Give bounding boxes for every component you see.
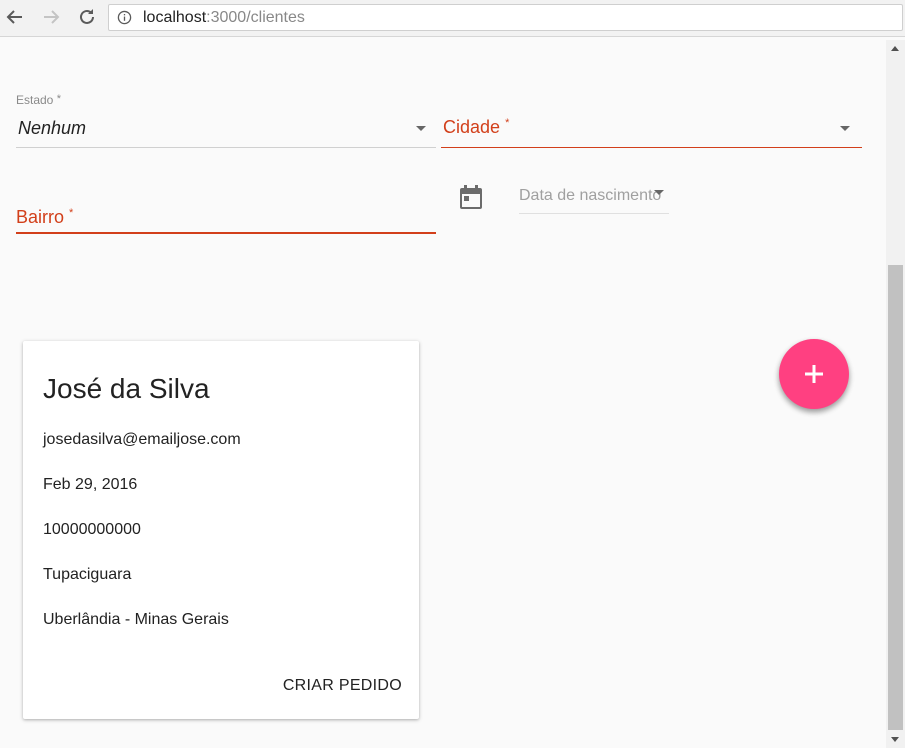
reload-icon [80,9,94,24]
scroll-down-icon[interactable] [891,737,899,742]
reload-button[interactable] [76,6,98,28]
required-mark: * [56,93,61,105]
add-client-button[interactable] [779,339,849,409]
back-button[interactable] [4,6,26,28]
bairro-underline [16,232,436,234]
criar-pedido-button[interactable]: CRIAR PEDIDO [283,677,402,695]
address-bar[interactable]: localhost:3000/clientes [108,4,903,31]
estado-label-text: Estado [16,93,54,107]
calendar-icon[interactable] [459,185,483,210]
info-icon [117,10,132,25]
client-name: José da Silva [43,373,210,404]
chevron-down-icon [654,190,664,195]
cidade-label: Cidade * [443,117,509,138]
client-city-state: Uberlândia - Minas Gerais [43,611,229,628]
client-email: josedasilva@emailjose.com [43,431,241,448]
estado-value: Nenhum [18,118,87,138]
client-card: José da Silva josedasilva@emailjose.com … [23,341,419,719]
url-host: localhost [143,9,207,26]
arrow-left-icon [6,10,22,24]
estado-underline [16,147,436,148]
required-mark: * [505,117,510,129]
chevron-down-icon [416,126,426,131]
vertical-scrollbar[interactable] [886,40,905,748]
plus-icon [805,365,823,383]
bairro-label: Bairro * [16,207,73,228]
scrollbar-thumb[interactable] [888,265,903,730]
url-text: localhost:3000/clientes [143,9,305,27]
birthdate-placeholder: Data de nascimento [519,187,662,204]
required-mark: * [69,207,74,219]
estado-label: Estado * [16,93,61,107]
cidade-label-text: Cidade [443,117,501,137]
client-district: Tupaciguara [43,566,132,583]
forward-button[interactable] [40,6,62,28]
browser-toolbar: localhost:3000/clientes [0,0,905,37]
client-phone: 10000000000 [43,521,141,538]
birthdate-underline [519,213,669,214]
scroll-up-icon[interactable] [891,46,899,51]
chevron-down-icon [840,126,850,131]
cidade-underline [441,147,862,148]
bairro-label-text: Bairro [16,207,65,227]
arrow-right-icon [44,10,60,24]
url-path: :3000/clientes [206,9,305,26]
client-birth-date: Feb 29, 2016 [43,476,138,493]
